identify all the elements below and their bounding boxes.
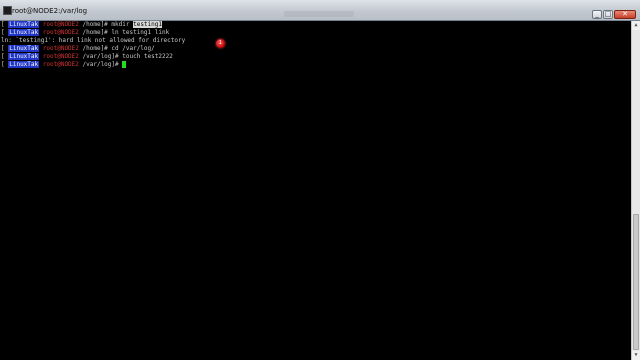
command-text: cd /var/log/: [111, 45, 155, 52]
prompt-cwd: /var/log]#: [78, 53, 123, 60]
terminal-line: [ LinuxTak root@NODE2 /home]# ln testing…: [1, 29, 170, 36]
terminal-line: [ LinuxTak root@NODE2 /home]# cd /var/lo…: [1, 45, 155, 52]
arrow-up-icon[interactable]: ▲: [632, 21, 640, 30]
prompt-cwd: /home]#: [78, 45, 112, 52]
terminal-line: [ LinuxTak root@NODE2 /var/log]# touch t…: [1, 53, 173, 60]
prompt-tag: LinuxTak: [8, 45, 40, 52]
prompt-user-host: root@NODE2: [42, 29, 79, 36]
prompt-user-host: root@NODE2: [42, 45, 79, 52]
terminal-line: ln: `testing1': hard link not allowed fo…: [1, 37, 185, 45]
command-text: touch test2222: [122, 53, 173, 60]
scrollbar-thumb[interactable]: [633, 214, 639, 350]
click-marker-icon: 1: [216, 39, 225, 48]
prompt-user-host: root@NODE2: [42, 21, 79, 28]
window-title: root@NODE2:/var/log: [12, 7, 88, 15]
vertical-scrollbar[interactable]: ▲ ▼: [631, 21, 640, 360]
minimize-button[interactable]: _: [592, 10, 602, 19]
window-title-bar[interactable]: root@NODE2:/var/log _ □ ✕: [0, 0, 640, 21]
selected-text[interactable]: testing1: [133, 21, 162, 28]
terminal-line: [ LinuxTak root@NODE2 /var/log]#: [1, 61, 127, 69]
prompt-tag: LinuxTak: [8, 29, 40, 36]
terminal-line: [ LinuxTak root@NODE2 /home]# mkdir test…: [1, 21, 162, 28]
command-text: mkdir: [111, 21, 134, 28]
prompt-tag: LinuxTak: [8, 21, 40, 28]
command-text: ln testing1 link: [111, 29, 170, 36]
prompt-tag: LinuxTak: [8, 61, 40, 68]
error-output: ln: `testing1': hard link not allowed fo…: [1, 37, 186, 44]
prompt-tag: LinuxTak: [8, 53, 40, 60]
terminal-output[interactable]: [ LinuxTak root@NODE2 /home]# mkdir test…: [0, 21, 631, 360]
prompt-user-host: root@NODE2: [42, 61, 79, 68]
close-button[interactable]: ✕: [614, 10, 636, 19]
arrow-down-icon[interactable]: ▼: [632, 351, 640, 360]
prompt-cwd: /home]#: [78, 21, 112, 28]
prompt-cwd: /var/log]#: [78, 61, 123, 68]
maximize-button[interactable]: □: [603, 10, 613, 19]
title-bar-blur: [284, 11, 354, 17]
terminal-icon[interactable]: [3, 6, 12, 15]
prompt-cwd: /home]#: [78, 29, 112, 36]
text-cursor: [122, 61, 127, 68]
prompt-user-host: root@NODE2: [42, 53, 79, 60]
